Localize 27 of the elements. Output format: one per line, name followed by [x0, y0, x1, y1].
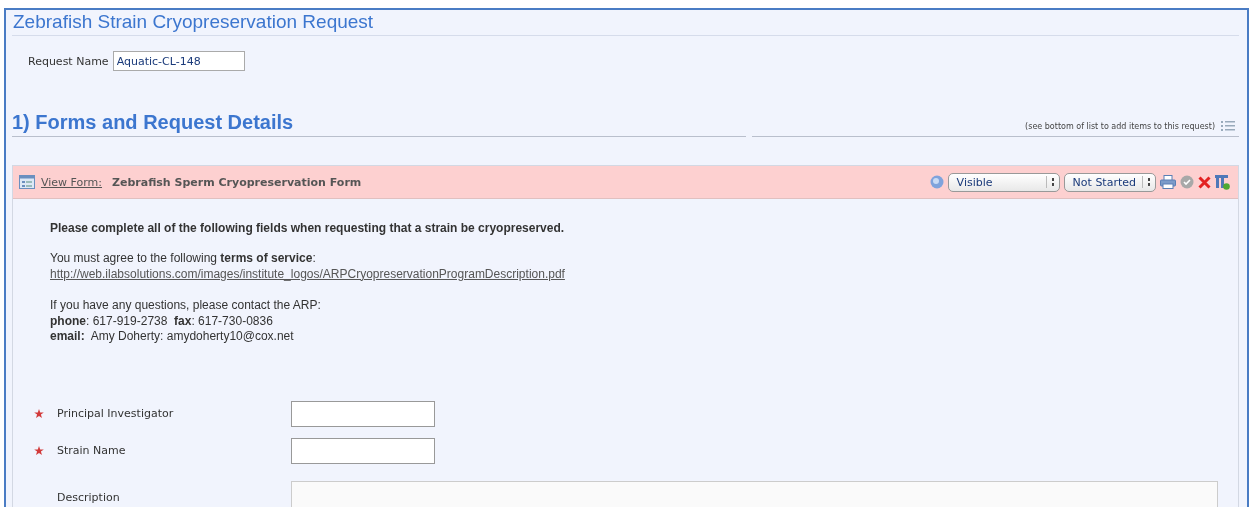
terms-link[interactable]: http://web.ilabsolutions.com/images/institute_logos/ARPCryopreservationProgramDescription.pdf — [50, 266, 1238, 282]
page-title: Zebrafish Strain Cryopreservation Request — [12, 10, 1239, 36]
hint-text: (see bottom of list to add items to this request) — [1025, 121, 1215, 131]
status-dropdown[interactable]: Not Started — [1063, 172, 1156, 192]
contact-text: If you have any questions, please contact the ARP: — [50, 298, 322, 314]
field-label: Strain Name — [57, 444, 127, 457]
visibility-dropdown[interactable]: Visible — [947, 172, 1060, 192]
printer-icon[interactable] — [1160, 175, 1176, 189]
form-title: Zebrafish Sperm Cryopreservation Form — [112, 175, 362, 189]
delete-icon[interactable] — [1198, 175, 1211, 189]
text-field[interactable] — [291, 400, 435, 427]
request-name-field[interactable]: Aquatic-CL-148 — [112, 51, 245, 71]
list-icon[interactable] — [1221, 120, 1235, 132]
check-circle-icon[interactable] — [1180, 175, 1194, 189]
contact-text: email: Amy Doherty: amydoherty10@cox.net — [50, 329, 295, 345]
section-heading: 1) Forms and Request Details — [12, 111, 746, 137]
text-field[interactable] — [291, 437, 435, 464]
terms-text: You must agree to the following terms of service: — [50, 251, 317, 267]
field-label: Principal Investigator — [57, 407, 175, 420]
contact-text: phone: 617-919-2738 fax: 617-730-0836 — [50, 313, 274, 329]
field-label: Request Name — [28, 54, 109, 68]
field-label: Description — [57, 491, 121, 504]
help-icon[interactable] — [929, 175, 944, 189]
form-icon[interactable] — [19, 175, 35, 189]
columns-icon[interactable] — [1215, 174, 1230, 190]
instruction-text: Please complete all of the following fields when requesting that a strain be cryopreserved. — [50, 221, 566, 235]
view-form-link[interactable]: View Form: — [41, 175, 102, 189]
